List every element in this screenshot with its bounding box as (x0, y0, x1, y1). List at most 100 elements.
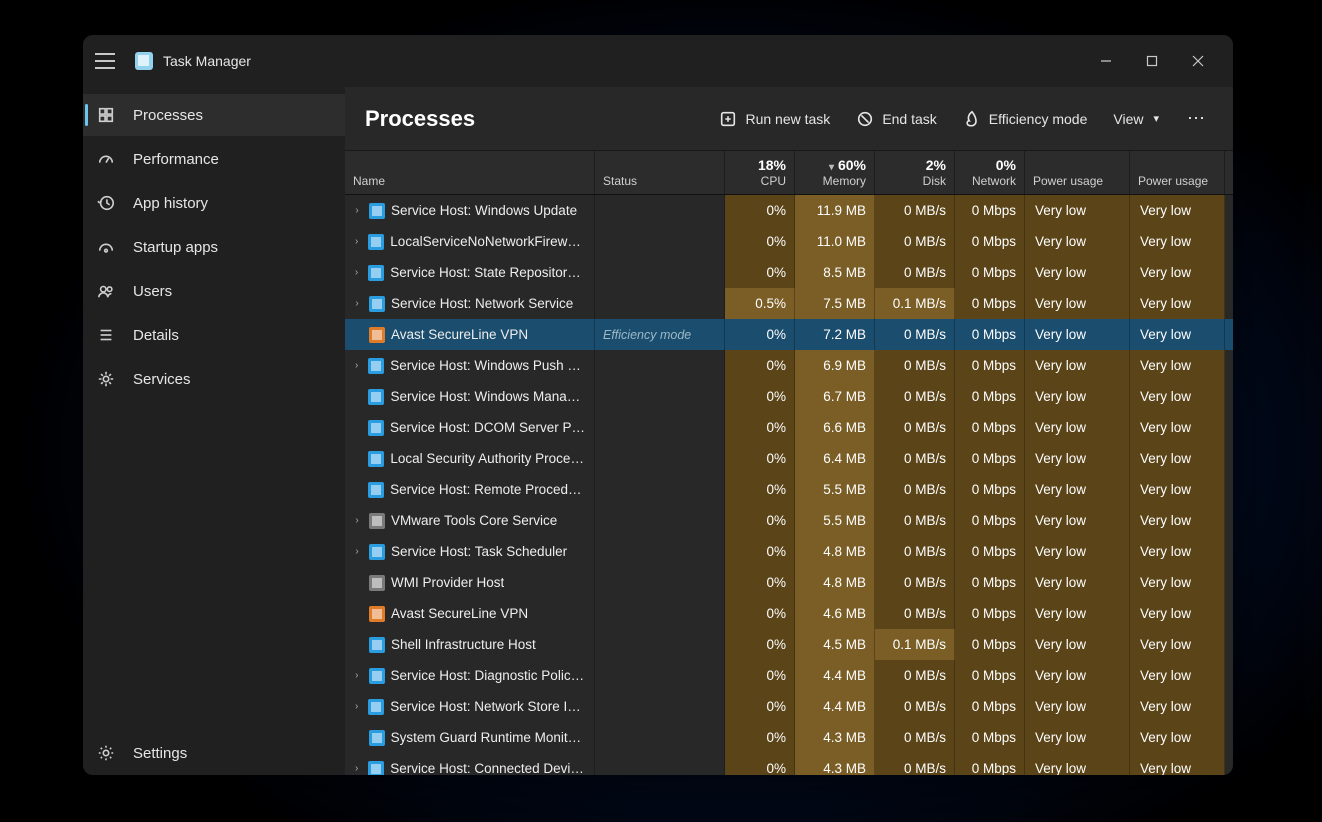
sidebar-item-processes[interactable]: Processes (83, 94, 345, 136)
table-row[interactable]: › Service Host: Network Service 0.5% 7.5… (345, 288, 1233, 319)
table-row[interactable]: › Service Host: Windows Update 0% 11.9 M… (345, 195, 1233, 226)
table-row[interactable]: › Service Host: Diagnostic Policy … 0% 4… (345, 660, 1233, 691)
table-row[interactable]: › Service Host: Windows Push No… 0% 6.9 … (345, 350, 1233, 381)
cell-power-trend: Very low (1130, 722, 1225, 753)
cell-memory: 5.5 MB (795, 505, 875, 536)
minimize-button[interactable] (1083, 44, 1129, 78)
expand-icon[interactable]: › (351, 205, 363, 216)
sidebar-item-services[interactable]: Services (83, 358, 345, 400)
process-name: Service Host: Network Store Inte… (390, 699, 586, 714)
table-row[interactable]: › Service Host: Task Scheduler 0% 4.8 MB… (345, 536, 1233, 567)
process-icon (368, 265, 384, 281)
table-row[interactable]: Avast SecureLine VPN 0% 4.6 MB 0 MB/s 0 … (345, 598, 1233, 629)
table-row[interactable]: Service Host: Remote Procedure… 0% 5.5 M… (345, 474, 1233, 505)
table-row[interactable]: Service Host: DCOM Server Proc… 0% 6.6 M… (345, 412, 1233, 443)
expand-icon[interactable]: › (351, 546, 363, 557)
table-row[interactable]: WMI Provider Host 0% 4.8 MB 0 MB/s 0 Mbp… (345, 567, 1233, 598)
col-cpu[interactable]: 18%CPU (725, 151, 795, 194)
process-icon (368, 761, 384, 776)
sidebar-item-startup[interactable]: Startup apps (83, 226, 345, 268)
run-new-task-button[interactable]: Run new task (715, 106, 834, 132)
cell-cpu: 0% (725, 319, 795, 350)
expand-icon[interactable]: › (351, 236, 362, 247)
expand-icon[interactable]: › (351, 515, 363, 526)
process-icon (369, 575, 385, 591)
view-label: View (1113, 111, 1143, 127)
col-memory[interactable]: ▾60% Memory (795, 151, 875, 194)
hamburger-menu-icon[interactable] (95, 53, 115, 69)
sidebar-item-history[interactable]: App history (83, 182, 345, 224)
cell-cpu: 0% (725, 350, 795, 381)
cell-power: Very low (1025, 350, 1130, 381)
table-header[interactable]: Name Status 18%CPU ▾60% Memory 2%Disk 0%… (345, 151, 1233, 195)
table-row[interactable]: › Service Host: State Repository S… 0% 8… (345, 257, 1233, 288)
efficiency-mode-button[interactable]: Efficiency mode (959, 106, 1092, 132)
col-name[interactable]: Name (345, 151, 595, 194)
table-row[interactable]: › Service Host: Connected Device… 0% 4.3… (345, 753, 1233, 775)
cell-power: Very low (1025, 195, 1130, 226)
col-disk[interactable]: 2%Disk (875, 151, 955, 194)
sidebar-item-settings[interactable]: Settings (83, 732, 345, 774)
sidebar-item-label: Startup apps (133, 239, 218, 256)
table-body[interactable]: › Service Host: Windows Update 0% 11.9 M… (345, 195, 1233, 775)
cell-power-trend: Very low (1130, 536, 1225, 567)
sidebar-item-users[interactable]: Users (83, 270, 345, 312)
sidebar-item-details[interactable]: Details (83, 314, 345, 356)
titlebar[interactable]: Task Manager (83, 35, 1233, 87)
cell-memory: 4.3 MB (795, 753, 875, 775)
cell-status (595, 536, 725, 567)
process-icon (368, 234, 384, 250)
view-dropdown[interactable]: View ▾ (1109, 107, 1163, 131)
col-network[interactable]: 0%Network (955, 151, 1025, 194)
cell-cpu: 0% (725, 536, 795, 567)
close-button[interactable] (1175, 44, 1221, 78)
table-row[interactable]: Local Security Authority Process… 0% 6.4… (345, 443, 1233, 474)
cell-cpu: 0% (725, 381, 795, 412)
table-row[interactable]: › Service Host: Network Store Inte… 0% 4… (345, 691, 1233, 722)
maximize-button[interactable] (1129, 44, 1175, 78)
expand-icon[interactable]: › (351, 670, 363, 681)
process-icon (369, 668, 385, 684)
cell-network: 0 Mbps (955, 660, 1025, 691)
expand-icon[interactable]: › (351, 298, 363, 309)
table-row[interactable]: Shell Infrastructure Host 0% 4.5 MB 0.1 … (345, 629, 1233, 660)
cell-name: › Service Host: Task Scheduler (345, 536, 595, 567)
cell-status (595, 660, 725, 691)
col-power[interactable]: Power usage (1025, 151, 1130, 194)
cell-power-trend: Very low (1130, 660, 1225, 691)
expand-icon[interactable]: › (351, 763, 362, 774)
efficiency-mode-icon (963, 110, 981, 128)
cell-memory: 7.2 MB (795, 319, 875, 350)
expand-icon[interactable]: › (351, 360, 362, 371)
more-button[interactable]: ⋯ (1181, 108, 1213, 129)
table-row[interactable]: › VMware Tools Core Service 0% 5.5 MB 0 … (345, 505, 1233, 536)
app-icon (135, 52, 153, 70)
cell-memory: 4.8 MB (795, 536, 875, 567)
cell-name: › Service Host: Windows Update (345, 195, 595, 226)
table-row[interactable]: Avast SecureLine VPN Efficiency mode 0% … (345, 319, 1233, 350)
cell-power: Very low (1025, 226, 1130, 257)
cell-memory: 4.6 MB (795, 598, 875, 629)
col-power-trend[interactable]: Power usage (1130, 151, 1225, 194)
sidebar-item-performance[interactable]: Performance (83, 138, 345, 180)
table-row[interactable]: System Guard Runtime Monitor… 0% 4.3 MB … (345, 722, 1233, 753)
cell-status (595, 629, 725, 660)
cell-memory: 4.8 MB (795, 567, 875, 598)
end-task-button[interactable]: End task (852, 106, 940, 132)
process-icon (369, 327, 385, 343)
cell-network: 0 Mbps (955, 195, 1025, 226)
process-icon (368, 482, 384, 498)
expand-icon[interactable]: › (351, 701, 362, 712)
table-row[interactable]: › LocalServiceNoNetworkFirewall … 0% 11.… (345, 226, 1233, 257)
cell-network: 0 Mbps (955, 629, 1025, 660)
cell-status: Efficiency mode (595, 319, 725, 350)
cell-memory: 6.9 MB (795, 350, 875, 381)
col-status[interactable]: Status (595, 151, 725, 194)
expand-icon[interactable]: › (351, 267, 362, 278)
table-row[interactable]: Service Host: Windows Manage… 0% 6.7 MB … (345, 381, 1233, 412)
cell-power: Very low (1025, 319, 1130, 350)
cell-power: Very low (1025, 257, 1130, 288)
chevron-down-icon: ▾ (1153, 112, 1159, 125)
cell-power: Very low (1025, 629, 1130, 660)
cell-status (595, 567, 725, 598)
